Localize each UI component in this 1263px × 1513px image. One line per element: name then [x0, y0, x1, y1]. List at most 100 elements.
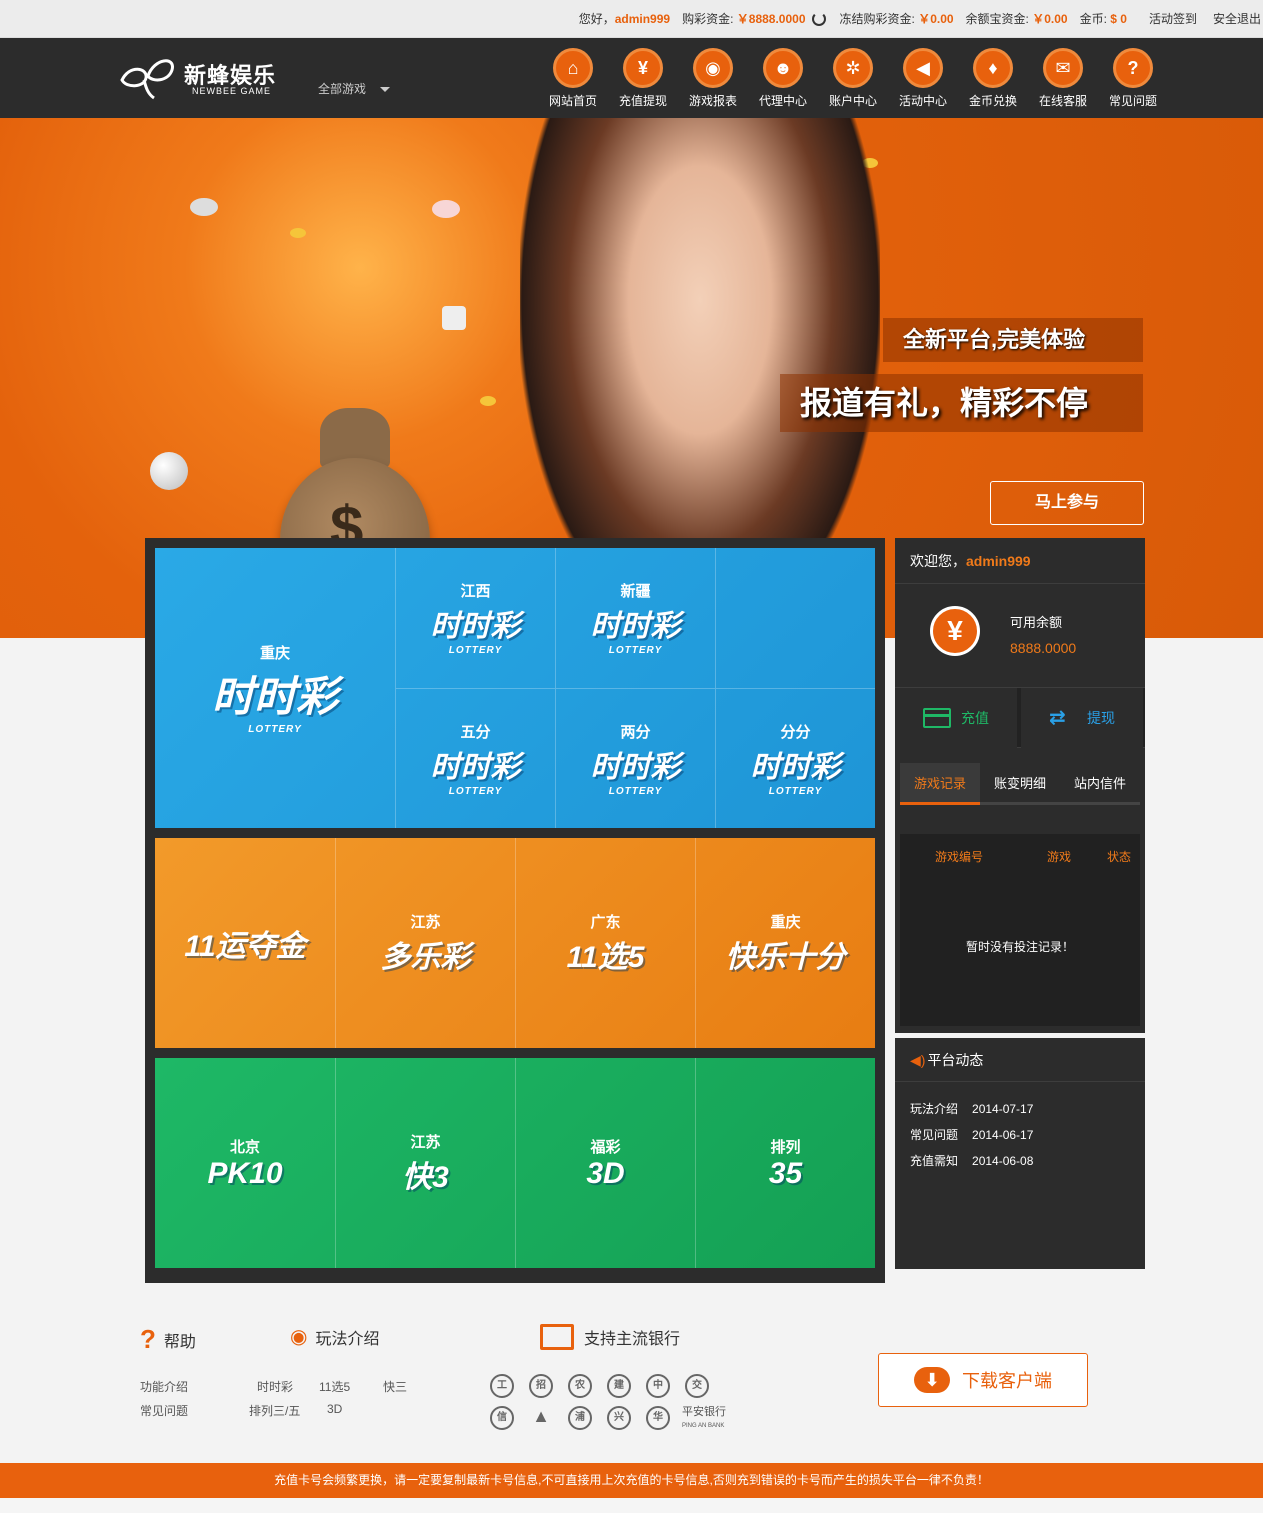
game-11ydj[interactable]: 11运夺金 — [155, 838, 335, 1048]
all-games-dropdown[interactable]: 全部游戏 — [318, 80, 391, 97]
refresh-icon[interactable] — [811, 12, 826, 26]
record-tabs: 游戏记录 账变明细 站内信件 — [895, 748, 1145, 820]
game-cqklsf[interactable]: 重庆 快乐十分 — [695, 838, 875, 1048]
play-link-k3[interactable]: 快三 — [383, 1378, 407, 1395]
all-games-label: 全部游戏 — [318, 82, 367, 96]
nav-activity-center[interactable]: ◀ 活动中心 — [888, 46, 958, 109]
question-icon: ? — [1113, 48, 1153, 88]
nav-label: 在线客服 — [1038, 94, 1087, 108]
help-link-features[interactable]: 功能介绍 — [140, 1378, 188, 1395]
tab-account-changes[interactable]: 账变明细 — [980, 763, 1060, 805]
game-fc3d[interactable]: 福彩 3D — [515, 1058, 695, 1268]
game-ffssc[interactable]: 分分 时时彩 LOTTERY — [715, 688, 875, 828]
play-link-ssc[interactable]: 时时彩 — [257, 1378, 293, 1395]
cmb-bank-icon: 招 — [529, 1374, 553, 1398]
play-link-11x5[interactable]: 11选5 — [319, 1378, 350, 1395]
megaphone-icon: ◀ — [903, 48, 943, 88]
yuebao-label: 余额宝资金: — [965, 12, 1029, 26]
platform-news: ◀) 平台动态 玩法介绍 2014-07-17 常见问题 2014-06-17 充值需… — [895, 1038, 1145, 1269]
news-list: 玩法介绍 2014-07-17 常见问题 2014-06-17 充值需知 2014-0… — [895, 1082, 1145, 1174]
lottery-ball-image — [150, 452, 188, 490]
game-jsk3[interactable]: 江苏 快3 — [335, 1058, 515, 1268]
yuebao-value: ￥0.00 — [1032, 12, 1068, 26]
gamepad-icon: ◉ — [290, 1326, 308, 1348]
join-now-button[interactable]: 马上参与 — [990, 481, 1144, 525]
hxb-bank-icon: 华 — [646, 1406, 670, 1430]
balance-value: 8888.0000 — [1010, 640, 1077, 656]
account-username: admin999 — [966, 553, 1031, 569]
download-client-button[interactable]: ⬇ 下载客户端 — [878, 1353, 1088, 1407]
withdraw-button[interactable]: ⇄ 提现 — [1021, 688, 1143, 748]
game-bjpk10[interactable]: 北京 PK10 — [155, 1058, 335, 1268]
game-pl35[interactable]: 排列 35 — [695, 1058, 875, 1268]
news-item[interactable]: 常见问题 2014-06-17 — [910, 1122, 1145, 1148]
welcome-text: 欢迎您，admin999 — [895, 538, 1145, 584]
checkin-link[interactable]: 活动签到 — [1149, 10, 1197, 27]
spdb-bank-icon: 浦 — [568, 1406, 592, 1430]
news-item[interactable]: 充值需知 2014-06-08 — [910, 1148, 1145, 1174]
nav-account-center[interactable]: ✲ 账户中心 — [818, 46, 888, 109]
nav-faq[interactable]: ? 常见问题 — [1098, 46, 1168, 109]
balance-box: ¥ 可用余额 8888.0000 — [895, 584, 1145, 688]
abc-bank-icon: 农 — [568, 1374, 592, 1398]
nav-label: 常见问题 — [1108, 94, 1157, 108]
card-icon — [540, 1324, 574, 1350]
footer: ? 帮助 功能介绍 常见问题 ◉ 玩法介绍 时时彩 11选5 快三 排列三/五 3D… — [0, 1290, 1263, 1462]
game-5fssc[interactable]: 五分 时时彩 LOTTERY — [395, 688, 555, 828]
citic-bank-icon: 信 — [490, 1406, 514, 1430]
gamepad-icon: ◉ — [693, 48, 733, 88]
banner-slogan: 全新平台,完美体验 — [883, 318, 1143, 362]
news-title: ◀) 平台动态 — [895, 1038, 1145, 1082]
game-cqssc[interactable]: 重庆 时时彩 LOTTERY — [155, 548, 395, 828]
empty-records-message: 暂时没有投注记录！ — [965, 940, 1074, 954]
nav-label: 代理中心 — [758, 94, 807, 108]
flame-icon: ♦ — [973, 48, 1013, 88]
transfer-icon: ⇄ — [1049, 707, 1066, 729]
game-xjssc[interactable]: 新疆 时时彩 LOTTERY — [555, 548, 715, 688]
play-link-pl35[interactable]: 排列三/五 — [249, 1402, 300, 1419]
records-table: 游戏编号 游戏 状态 暂时没有投注记录！ — [900, 834, 1140, 1026]
card-icon — [923, 708, 951, 728]
coin-image — [290, 228, 306, 238]
nav-label: 金币兑换 — [968, 94, 1017, 108]
lottery-funds-label: 购彩资金: — [682, 12, 734, 26]
help-heading: ? 帮助 — [140, 1324, 196, 1354]
tab-game-records[interactable]: 游戏记录 — [900, 763, 980, 805]
nav-game-report[interactable]: ◉ 游戏报表 — [678, 46, 748, 109]
chevron-down-icon — [380, 87, 391, 93]
coin-image — [480, 396, 496, 406]
col-game-id: 游戏编号 — [935, 850, 984, 864]
play-link-3d[interactable]: 3D — [327, 1402, 342, 1416]
tab-messages[interactable]: 站内信件 — [1060, 763, 1140, 805]
nav-gold-exchange[interactable]: ♦ 金币兑换 — [958, 46, 1028, 109]
game-jsdlc[interactable]: 江苏 多乐彩 — [335, 838, 515, 1048]
username: admin999 — [614, 12, 671, 26]
recharge-button[interactable]: 充值 — [895, 688, 1017, 748]
game-2fssc[interactable]: 两分 时时彩 LOTTERY — [555, 688, 715, 828]
yen-icon: ¥ — [930, 606, 980, 656]
account-panel: 欢迎您，admin999 ¥ 可用余额 8888.0000 充值 ⇄ 提现 游戏记… — [895, 538, 1145, 1033]
logo-subtitle: NEWBEE GAME — [192, 86, 272, 96]
nav-online-service[interactable]: ✉ 在线客服 — [1028, 46, 1098, 109]
col-status: 状态 — [1107, 850, 1132, 864]
chip-image — [190, 198, 218, 216]
logout-link[interactable]: 安全退出 — [1213, 10, 1261, 27]
speaker-icon: ◀) — [910, 1052, 926, 1068]
nav-home[interactable]: ⌂ 网站首页 — [538, 46, 608, 109]
help-link-faq[interactable]: 常见问题 — [140, 1402, 188, 1419]
frozen-funds-label: 冻结购彩资金: — [839, 12, 915, 26]
lottery-funds-value: ￥8888.0000 — [736, 12, 806, 26]
users-icon: ☻ — [763, 48, 803, 88]
logo[interactable]: 新蜂娱乐 NEWBEE GAME — [118, 50, 288, 104]
bee-logo-icon — [120, 59, 174, 100]
news-item[interactable]: 玩法介绍 2014-07-17 — [910, 1096, 1145, 1122]
nav-recharge-withdraw[interactable]: ¥ 充值提现 — [608, 46, 678, 109]
boc-bank-icon: 中 — [646, 1374, 670, 1398]
yen-icon: ¥ — [623, 48, 663, 88]
banner-headline: 报道有礼，精彩不停 — [780, 374, 1143, 432]
nav-agent-center[interactable]: ☻ 代理中心 — [748, 46, 818, 109]
banks-heading: 支持主流银行 — [540, 1324, 680, 1350]
game-gd11x5[interactable]: 广东 11选5 — [515, 838, 695, 1048]
game-jxssc[interactable]: 江西 时时彩 LOTTERY — [395, 548, 555, 688]
main-nav: 新蜂娱乐 NEWBEE GAME 全部游戏 ⌂ 网站首页 ¥ 充值提现 ◉ 游戏报表 … — [0, 38, 1263, 118]
